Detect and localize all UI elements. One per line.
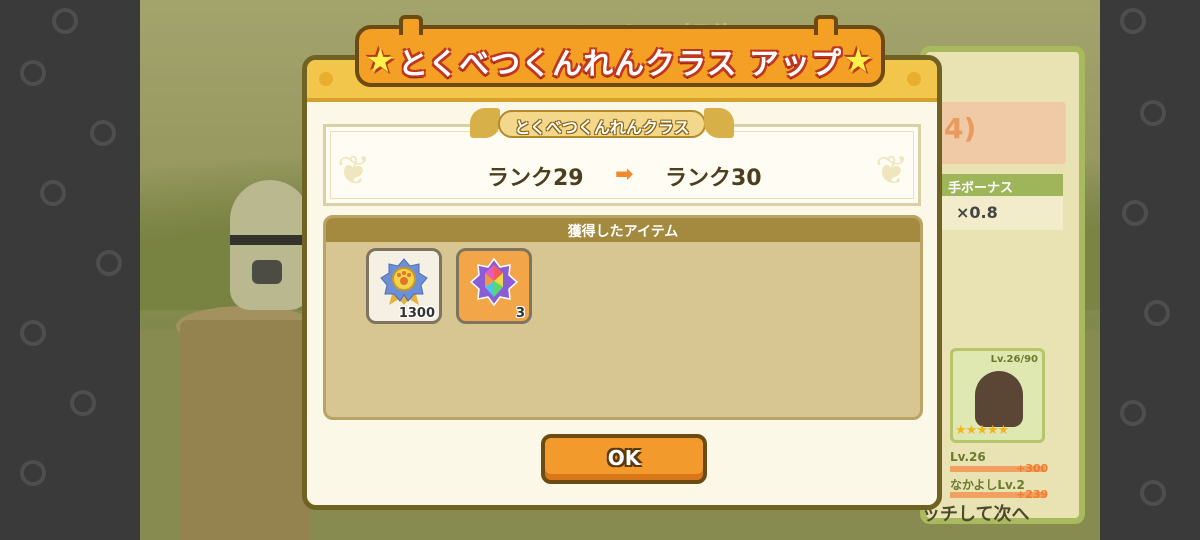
medal-item[interactable]: 1300 (366, 248, 442, 324)
paw-decoration-icon (319, 72, 333, 86)
level-plus: +300 (1016, 462, 1049, 475)
rainbow-crystal-item[interactable]: 3 (456, 248, 532, 324)
obtained-items-panel: 獲得したアイテム 1300 3 (323, 215, 923, 420)
card-level: Lv.26/90 (990, 354, 1038, 365)
bonus-value: ×0.8 (938, 196, 1063, 230)
level-label: Lv.26 (950, 450, 986, 464)
item-count: 1300 (398, 306, 435, 321)
paw-medal-icon (380, 258, 428, 305)
paw-pattern-icon (20, 320, 46, 346)
paw-pattern-icon (90, 120, 116, 146)
wing-left-icon (470, 108, 500, 138)
paw-pattern-icon (1120, 8, 1146, 34)
paw-pattern-icon (40, 180, 66, 206)
ok-button[interactable]: OK (541, 434, 707, 484)
character-portrait (975, 371, 1023, 427)
right-pattern-band (1100, 0, 1200, 540)
card-stars: ★★★★★ (955, 423, 1009, 438)
rank-section-label-wrap: とくべつくんれんクラス (470, 108, 734, 142)
wing-right-icon (704, 108, 734, 138)
paw-pattern-icon (1122, 200, 1148, 226)
character-card: Lv.26/90 ★★★★★ (950, 348, 1045, 443)
paw-decoration-icon (907, 72, 921, 86)
paw-pattern-icon (52, 8, 78, 34)
dialog-title: とくべつくんれんクラス アップ (398, 47, 842, 82)
items-header: 獲得したアイテム (326, 218, 920, 242)
rank-section-label: とくべつくんれんクラス (498, 110, 706, 138)
rank-from: ランク29 (487, 166, 584, 191)
title-banner: ★ とくべつくんれんクラス アップ ★ (355, 15, 885, 87)
paw-pattern-icon (1120, 400, 1146, 426)
background-value: 4) (944, 112, 977, 145)
paw-pattern-icon (1140, 100, 1166, 126)
friendship-label: なかよしLv.2 (950, 478, 1025, 492)
bonus-label: 手ボーナス (938, 174, 1063, 196)
paw-pattern-icon (20, 460, 46, 486)
rainbow-crystal-icon (469, 257, 519, 307)
background-result-panel: 4) 手ボーナス ×0.8 Lv.26/90 ★★★★★ Lv.26 +300 … (920, 46, 1085, 525)
banner-ear (814, 15, 838, 35)
arrow-right-icon: ➡ (615, 162, 634, 187)
star-icon: ★ (843, 41, 874, 81)
paw-pattern-icon (70, 390, 96, 416)
laurel-left-icon: ❦ (337, 148, 371, 194)
banner-ear (399, 15, 423, 35)
paw-pattern-icon (20, 60, 46, 86)
laurel-right-icon: ❦ (875, 148, 909, 194)
item-count: 3 (515, 306, 525, 321)
left-pattern-band (0, 0, 140, 540)
paw-pattern-icon (96, 250, 122, 276)
paw-pattern-icon (1140, 480, 1166, 506)
background-value-box: 4) (938, 102, 1066, 164)
paw-pattern-icon (1144, 300, 1170, 326)
rank-to: ランク30 (665, 166, 762, 191)
